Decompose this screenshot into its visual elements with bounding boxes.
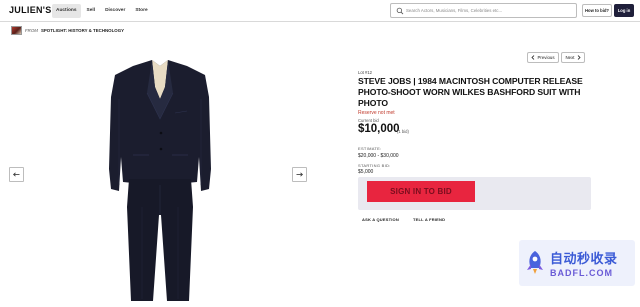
nav-item-auctions[interactable]: Auctions <box>52 4 81 18</box>
watermark-domain-text: BADFL.COM <box>550 268 613 278</box>
suit-image[interactable] <box>105 57 215 303</box>
estimate-label: ESTIMATE: <box>358 146 382 151</box>
auction-name[interactable]: SPOTLIGHT: HISTORY & TECHNOLOGY <box>41 28 124 33</box>
estimate-value: $20,000 - $30,000 <box>358 153 399 159</box>
lot-image-viewer <box>0 38 320 307</box>
chevron-left-icon <box>531 55 535 60</box>
sign-in-to-bid-button[interactable]: SIGN IN TO BID <box>367 181 475 202</box>
rocket-logo-icon <box>527 251 543 274</box>
starting-bid-label: STARTING BID: <box>358 163 391 168</box>
auction-thumbnail <box>11 26 22 35</box>
nav-item-discover[interactable]: Discover <box>101 4 129 18</box>
search-icon <box>396 7 404 15</box>
previous-lot-button[interactable]: Previous <box>527 52 559 63</box>
reserve-status: Reserve not met <box>358 110 395 116</box>
image-next-button[interactable] <box>292 167 307 182</box>
next-lot-button[interactable]: Next <box>561 52 585 63</box>
arrow-left-icon <box>13 172 20 177</box>
nav-item-sell[interactable]: Sell <box>83 4 100 18</box>
login-button[interactable]: Log in <box>614 4 634 17</box>
starting-bid-value: $5,000 <box>358 169 374 175</box>
top-header: JULIEN'S Auctions Sell Discover Store Se… <box>0 0 640 22</box>
search-placeholder: Search Actors, Musicians, Films, Celebri… <box>406 8 503 13</box>
auction-breadcrumb[interactable]: FROM SPOTLIGHT: HISTORY & TECHNOLOGY <box>11 26 124 35</box>
chevron-right-icon <box>577 55 581 60</box>
lot-number: Lot #12 <box>358 70 372 75</box>
current-bid-amount: $10,000 <box>358 123 400 135</box>
how-to-bid-button[interactable]: How to bid? <box>582 4 612 17</box>
from-label: FROM <box>25 28 38 33</box>
previous-label: Previous <box>537 55 555 60</box>
arrow-right-icon <box>296 172 303 177</box>
nav-item-store[interactable]: Store <box>131 4 151 18</box>
lot-title: STEVE JOBS | 1984 MACINTOSH COMPUTER REL… <box>358 76 583 108</box>
ask-question-link[interactable]: ASK A QUESTION <box>362 217 399 222</box>
watermark: 自动秒收录 BADFL.COM <box>519 240 635 286</box>
bid-count[interactable]: (1 bid) <box>397 129 409 134</box>
main-nav: Auctions Sell Discover Store <box>52 4 152 18</box>
lot-actions: ASK A QUESTION TELL A FRIEND <box>362 217 445 222</box>
image-prev-button[interactable] <box>9 167 24 182</box>
site-logo[interactable]: JULIEN'S <box>9 5 52 15</box>
tell-friend-link[interactable]: TELL A FRIEND <box>413 217 445 222</box>
next-label: Next <box>565 55 575 60</box>
watermark-chinese-text: 自动秒收录 <box>550 251 618 266</box>
search-input[interactable]: Search Actors, Musicians, Films, Celebri… <box>390 3 577 18</box>
